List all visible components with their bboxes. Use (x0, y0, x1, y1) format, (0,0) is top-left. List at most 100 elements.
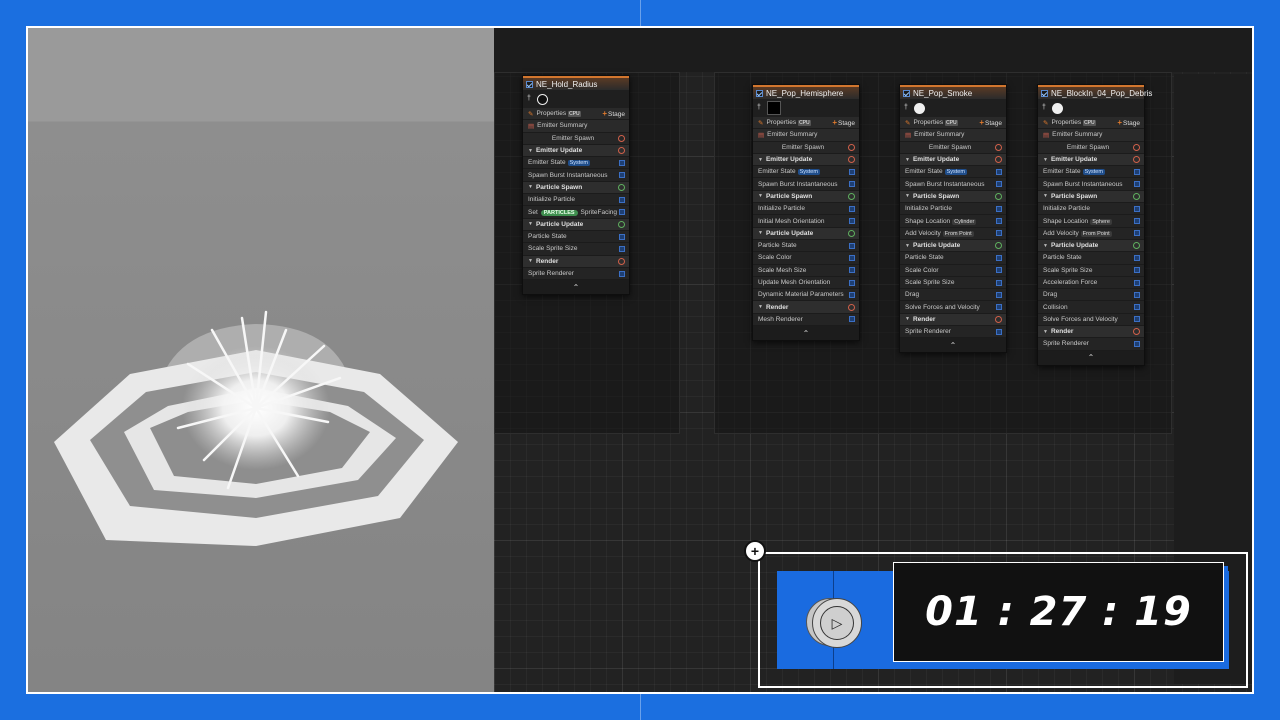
add-module-icon[interactable] (618, 220, 625, 228)
particle-update-module[interactable]: Drag (1038, 289, 1144, 302)
particle-update-section[interactable]: ▼ Particle Update (523, 218, 629, 231)
module-enable-checkbox[interactable] (996, 218, 1002, 225)
properties-row[interactable]: ✎ Properties CPU +Stage (1038, 117, 1144, 130)
emitter-summary-row[interactable]: ▤ Emitter Summary (1038, 129, 1144, 142)
render-section[interactable]: ▼ Render (523, 255, 629, 268)
properties-row[interactable]: ✎ Properties CPU +Stage (523, 108, 629, 121)
properties-row[interactable]: ✎ Properties CPU +Stage (753, 117, 859, 130)
module-enable-checkbox[interactable] (1134, 254, 1140, 261)
particle-spawn-section[interactable]: ▼ Particle Spawn (900, 190, 1006, 204)
add-module-icon[interactable] (618, 147, 625, 155)
particle-update-section[interactable]: ▼ Particle Update (1038, 239, 1144, 253)
particle-update-module[interactable]: Update Mesh Orientation (753, 277, 859, 290)
particle-update-module[interactable]: Scale Sprite Size (900, 277, 1006, 290)
renderer-module[interactable]: Sprite Renderer (1038, 338, 1144, 351)
add-module-icon[interactable] (1133, 156, 1140, 164)
collapse-icon[interactable]: ▼ (528, 221, 533, 227)
module-enable-checkbox[interactable] (849, 291, 855, 298)
particle-update-module[interactable]: Particle State (753, 240, 859, 253)
module-enable-checkbox[interactable] (619, 196, 625, 203)
emitter-update-module[interactable]: Emitter State System (900, 166, 1006, 179)
emitter-node-header[interactable]: NE_Hold_Radius (523, 76, 629, 90)
enable-checkbox[interactable] (756, 89, 763, 97)
collapse-icon[interactable]: ▼ (528, 184, 533, 190)
emitter-node[interactable]: NE_Pop_Hemisphere † ✎ Properties CPU +Stage ▤ E… (752, 84, 860, 342)
emitter-node[interactable]: NE_BlockIn_04_Pop_Debris † ✎ Properties CPU +… (1037, 84, 1152, 366)
emitter-update-module[interactable]: Spawn Burst Instantaneous (523, 169, 629, 182)
render-section[interactable]: ▼ Render (1038, 326, 1144, 339)
collapse-icon[interactable]: ▼ (1043, 193, 1048, 199)
stage-button[interactable]: +Stage (832, 118, 855, 127)
module-enable-checkbox[interactable] (996, 230, 1002, 237)
add-module-icon[interactable] (848, 303, 855, 311)
emitter-update-section[interactable]: ▼ Emitter Update (523, 144, 629, 158)
particle-update-section[interactable]: ▼ Particle Update (753, 227, 859, 240)
module-enable-checkbox[interactable] (849, 254, 855, 261)
collapse-icon[interactable]: ▼ (758, 157, 763, 163)
add-module-icon[interactable] (618, 183, 625, 191)
particle-update-section[interactable]: ▼ Particle Update (900, 239, 1006, 253)
collapse-node-button[interactable]: ⌃ (900, 338, 1006, 353)
enable-checkbox[interactable] (1041, 89, 1048, 97)
collapse-icon[interactable]: ▼ (905, 316, 910, 322)
add-module-icon[interactable] (1133, 328, 1140, 336)
renderer-module[interactable]: Sprite Renderer (523, 268, 629, 281)
emitter-update-module[interactable]: Emitter State System (523, 157, 629, 170)
enable-checkbox[interactable] (903, 89, 910, 97)
enable-checkbox[interactable] (526, 80, 533, 88)
emitter-update-module[interactable]: Spawn Burst Instantaneous (900, 178, 1006, 191)
collapse-icon[interactable]: ▼ (758, 193, 763, 199)
particle-update-module[interactable]: Dynamic Material Parameters (753, 289, 859, 302)
module-enable-checkbox[interactable] (1134, 205, 1140, 212)
render-section[interactable]: ▼ Render (753, 301, 859, 314)
emitter-update-section[interactable]: ▼ Emitter Update (1038, 153, 1144, 167)
add-module-icon[interactable] (995, 156, 1002, 164)
add-module-icon[interactable] (618, 134, 625, 142)
particle-update-module[interactable]: Acceleration Force (1038, 277, 1144, 290)
collapse-icon[interactable]: ▼ (905, 193, 910, 199)
stage-button[interactable]: +Stage (602, 109, 625, 118)
collapse-icon[interactable]: ▼ (528, 148, 533, 154)
particle-update-module[interactable]: Scale Color (753, 252, 859, 265)
module-enable-checkbox[interactable] (1134, 279, 1140, 286)
module-enable-checkbox[interactable] (1134, 340, 1140, 347)
module-enable-checkbox[interactable] (849, 205, 855, 212)
module-enable-checkbox[interactable] (996, 181, 1002, 188)
particle-update-module[interactable]: Solve Forces and Velocity (900, 301, 1006, 314)
collapse-icon[interactable]: ▼ (758, 230, 763, 236)
particle-spawn-module[interactable]: Initialize Particle (900, 203, 1006, 216)
emitter-spawn-row[interactable]: Emitter Spawn (1038, 141, 1144, 154)
module-enable-checkbox[interactable] (996, 279, 1002, 286)
collapse-icon[interactable]: ▼ (905, 243, 910, 249)
emitter-update-module[interactable]: Emitter State System (753, 166, 859, 179)
collapse-node-button[interactable]: ⌃ (1038, 350, 1144, 365)
module-enable-checkbox[interactable] (849, 242, 855, 249)
add-module-icon[interactable] (995, 315, 1002, 323)
particle-spawn-module[interactable]: Initialize Particle (523, 194, 629, 207)
collapse-node-button[interactable]: ⌃ (753, 326, 859, 341)
module-enable-checkbox[interactable] (1134, 218, 1140, 225)
emitter-update-module[interactable]: Spawn Burst Instantaneous (753, 178, 859, 191)
add-module-icon[interactable] (1133, 143, 1140, 151)
emitter-update-module[interactable]: Spawn Burst Instantaneous (1038, 178, 1144, 191)
particle-update-module[interactable]: Collision (1038, 301, 1144, 314)
module-enable-checkbox[interactable] (619, 233, 625, 240)
module-enable-checkbox[interactable] (619, 209, 626, 216)
module-enable-checkbox[interactable] (1134, 316, 1140, 323)
renderer-module[interactable]: Sprite Renderer (900, 326, 1006, 339)
particle-update-module[interactable]: Scale Mesh Size (753, 265, 859, 277)
particle-spawn-section[interactable]: ▼ Particle Spawn (523, 181, 629, 195)
emitter-summary-row[interactable]: ▤ Emitter Summary (900, 129, 1006, 142)
module-enable-checkbox[interactable] (1134, 181, 1140, 188)
module-enable-checkbox[interactable] (849, 181, 855, 188)
module-enable-checkbox[interactable] (1134, 291, 1140, 298)
preview-viewport[interactable] (28, 28, 494, 692)
module-enable-checkbox[interactable] (1134, 267, 1140, 274)
particle-update-module[interactable]: Particle State (523, 231, 629, 244)
emitter-node-header[interactable]: NE_Pop_Smoke (900, 85, 1006, 99)
module-enable-checkbox[interactable] (996, 304, 1002, 311)
emitter-spawn-row[interactable]: Emitter Spawn (900, 141, 1006, 154)
module-enable-checkbox[interactable] (996, 291, 1002, 298)
module-enable-checkbox[interactable] (996, 267, 1002, 274)
emitter-update-section[interactable]: ▼ Emitter Update (753, 153, 859, 167)
